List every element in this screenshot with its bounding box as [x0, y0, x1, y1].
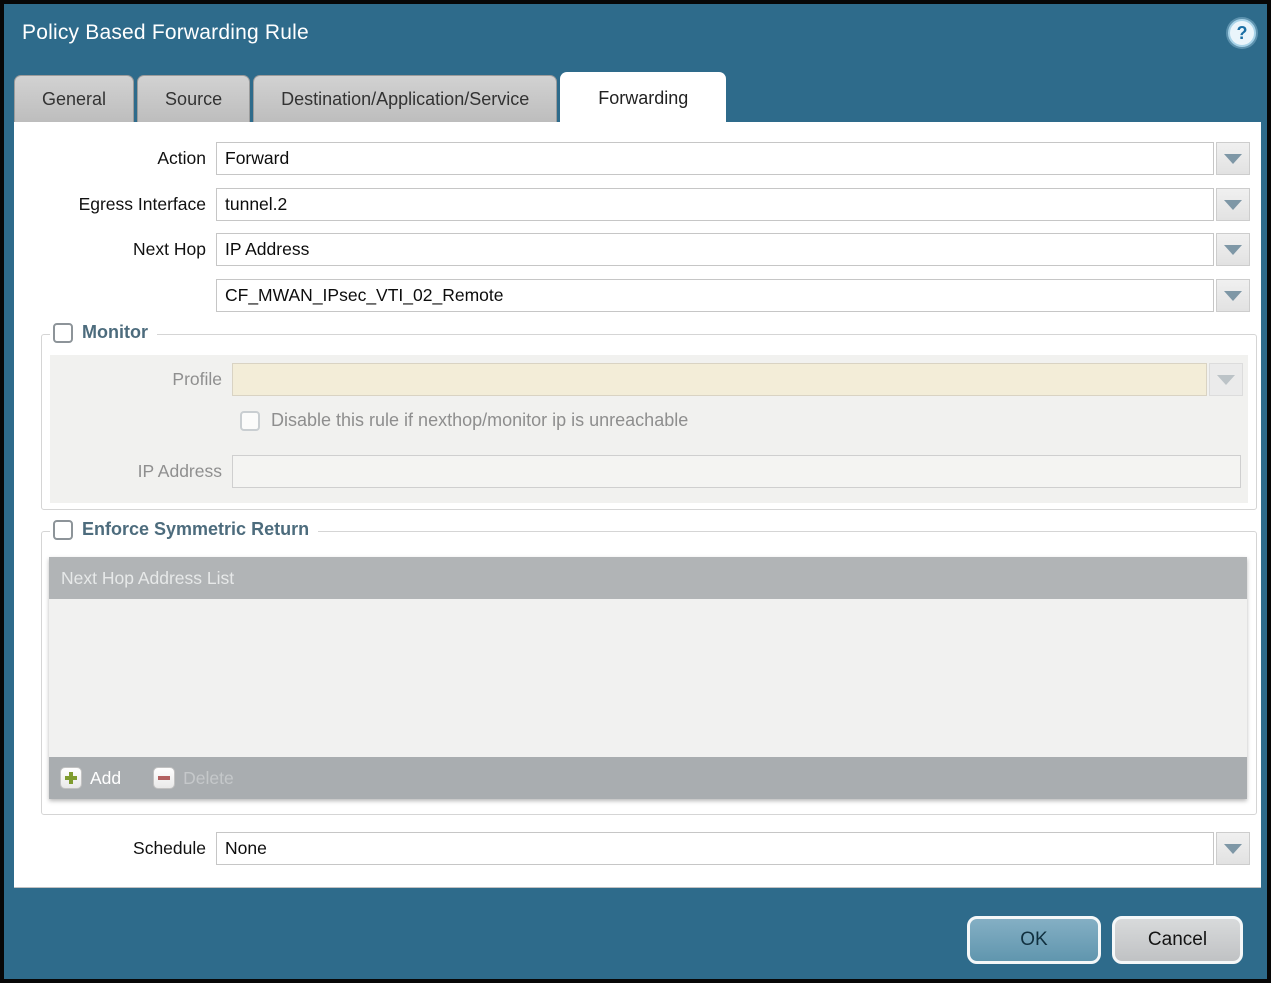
- profile-row: Profile: [50, 363, 1243, 396]
- action-label: Action: [14, 142, 216, 175]
- monitor-ip-address-row: IP Address: [50, 455, 1241, 488]
- symmetric-return-fieldset: Enforce Symmetric Return Next Hop Addres…: [41, 531, 1257, 815]
- symmetric-return-legend-label: Enforce Symmetric Return: [82, 519, 309, 540]
- next-hop-type-select[interactable]: IP Address: [216, 233, 1214, 266]
- action-row: Action Forward: [14, 142, 1250, 175]
- egress-interface-dropdown-button[interactable]: [1216, 188, 1250, 221]
- tab-general[interactable]: General: [14, 75, 134, 122]
- monitor-ip-address-label: IP Address: [50, 455, 232, 488]
- delete-button: Delete: [153, 767, 234, 789]
- chevron-down-icon: [1217, 375, 1235, 385]
- profile-dropdown-button: [1209, 363, 1243, 396]
- next-hop-label: Next Hop: [14, 233, 216, 266]
- monitor-section-body: Profile Disable this rule if nexthop/mon…: [50, 355, 1248, 503]
- ok-button[interactable]: OK: [967, 916, 1101, 964]
- monitor-ip-address-input: [232, 455, 1241, 488]
- monitor-legend: Monitor: [50, 322, 157, 343]
- tab-bar: General Source Destination/Application/S…: [14, 72, 1257, 122]
- help-icon[interactable]: ?: [1228, 19, 1256, 47]
- next-hop-row: Next Hop IP Address: [14, 233, 1250, 266]
- dialog-title: Policy Based Forwarding Rule: [22, 21, 309, 45]
- schedule-label: Schedule: [14, 832, 216, 865]
- egress-interface-label: Egress Interface: [14, 188, 216, 221]
- schedule-select[interactable]: None: [216, 832, 1214, 865]
- next-hop-address-table: Next Hop Address List Add Delete: [49, 557, 1247, 799]
- help-glyph: ?: [1237, 23, 1248, 44]
- disable-rule-checkbox: [240, 411, 260, 431]
- profile-label: Profile: [50, 363, 232, 396]
- chevron-down-icon: [1224, 245, 1242, 255]
- chevron-down-icon: [1224, 154, 1242, 164]
- tab-forwarding[interactable]: Forwarding: [560, 72, 726, 122]
- profile-select: [232, 363, 1207, 396]
- chevron-down-icon: [1224, 291, 1242, 301]
- action-select[interactable]: Forward: [216, 142, 1214, 175]
- egress-interface-select[interactable]: tunnel.2: [216, 188, 1214, 221]
- tab-source[interactable]: Source: [137, 75, 250, 122]
- plus-icon: [60, 767, 82, 789]
- forwarding-tab-panel: Action Forward Egress Interface tunnel.2…: [14, 122, 1261, 888]
- minus-icon: [153, 767, 175, 789]
- next-hop-address-row: CF_MWAN_IPsec_VTI_02_Remote: [14, 279, 1250, 312]
- next-hop-address-dropdown-button[interactable]: [1216, 279, 1250, 312]
- cancel-button[interactable]: Cancel: [1112, 916, 1243, 964]
- next-hop-address-table-toolbar: Add Delete: [49, 757, 1247, 799]
- next-hop-address-select[interactable]: CF_MWAN_IPsec_VTI_02_Remote: [216, 279, 1214, 312]
- monitor-legend-label: Monitor: [82, 322, 148, 343]
- add-button[interactable]: Add: [60, 767, 121, 789]
- schedule-row: Schedule None: [14, 832, 1250, 865]
- monitor-fieldset: Monitor Profile Disable this rule if nex…: [41, 334, 1257, 510]
- chevron-down-icon: [1224, 200, 1242, 210]
- policy-based-forwarding-dialog: Policy Based Forwarding Rule ? General S…: [0, 0, 1271, 983]
- chevron-down-icon: [1224, 844, 1242, 854]
- egress-interface-row: Egress Interface tunnel.2: [14, 188, 1250, 221]
- next-hop-address-label-spacer: [14, 279, 216, 312]
- delete-button-label: Delete: [183, 768, 234, 789]
- symmetric-return-legend: Enforce Symmetric Return: [50, 519, 318, 540]
- add-button-label: Add: [90, 768, 121, 789]
- dialog-footer: OK Cancel: [4, 889, 1267, 979]
- schedule-dropdown-button[interactable]: [1216, 832, 1250, 865]
- action-dropdown-button[interactable]: [1216, 142, 1250, 175]
- next-hop-address-list-column-header[interactable]: Next Hop Address List: [49, 557, 1247, 599]
- disable-rule-row: Disable this rule if nexthop/monitor ip …: [240, 410, 688, 431]
- tab-destination-application-service[interactable]: Destination/Application/Service: [253, 75, 557, 122]
- symmetric-return-checkbox[interactable]: [53, 520, 73, 540]
- next-hop-address-table-body[interactable]: [49, 599, 1247, 757]
- monitor-checkbox[interactable]: [53, 323, 73, 343]
- next-hop-dropdown-button[interactable]: [1216, 233, 1250, 266]
- disable-rule-label: Disable this rule if nexthop/monitor ip …: [271, 410, 688, 431]
